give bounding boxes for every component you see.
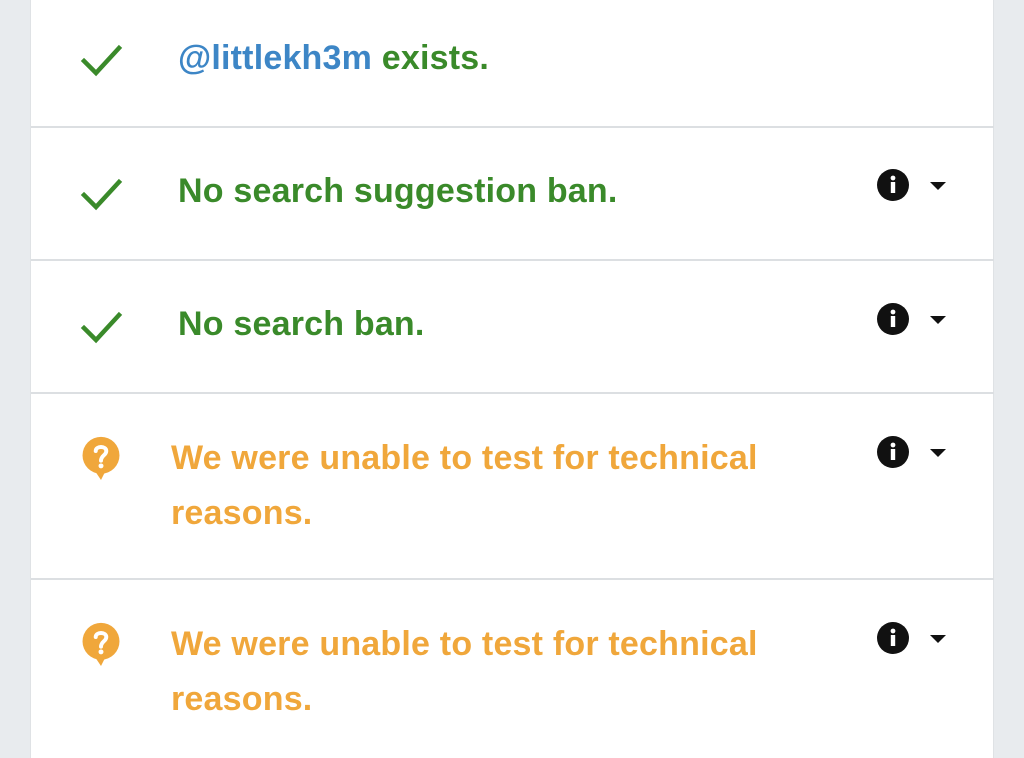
info-icon[interactable] xyxy=(877,169,909,201)
info-icon[interactable] xyxy=(877,436,909,468)
chevron-down-icon[interactable] xyxy=(929,314,947,326)
exists-message: @littlekh3m exists. xyxy=(178,31,489,86)
check-icon xyxy=(80,44,123,77)
exists-label: exists. xyxy=(372,39,489,77)
check-icon xyxy=(80,178,123,211)
username-link[interactable]: @littlekh3m xyxy=(178,39,372,77)
search-ban-message: No search ban. xyxy=(178,305,425,343)
info-icon[interactable] xyxy=(877,303,909,335)
test-two-message: We were unable to test for technical rea… xyxy=(171,625,758,718)
suggestion-ban-message: No search suggestion ban. xyxy=(178,172,618,210)
result-row-search-ban: No search ban. xyxy=(31,261,994,394)
result-row-suggestion-ban: No search suggestion ban. xyxy=(31,128,994,261)
chevron-down-icon[interactable] xyxy=(929,180,947,192)
question-bubble-icon xyxy=(82,622,120,666)
chevron-down-icon[interactable] xyxy=(929,633,947,645)
result-row-exists: @littlekh3m exists. xyxy=(31,0,994,128)
check-icon xyxy=(80,311,123,344)
result-row-test-two: We were unable to test for technical rea… xyxy=(31,580,994,758)
test-one-message: We were unable to test for technical rea… xyxy=(171,439,758,532)
info-icon[interactable] xyxy=(877,622,909,654)
chevron-down-icon[interactable] xyxy=(929,447,947,459)
result-row-test-one: We were unable to test for technical rea… xyxy=(31,394,994,580)
results-card: @littlekh3m exists. No search suggestion… xyxy=(30,0,994,758)
question-bubble-icon xyxy=(82,436,120,480)
